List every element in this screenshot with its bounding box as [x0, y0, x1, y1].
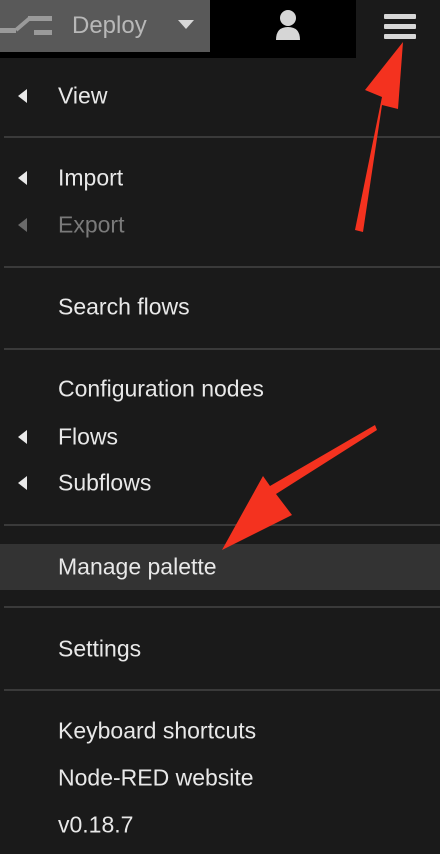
header-bar: Deploy	[0, 0, 440, 58]
menu-divider	[4, 136, 440, 138]
menu-item-import[interactable]: Import	[0, 155, 440, 201]
menu-item-label: Configuration nodes	[58, 375, 264, 402]
submenu-arrow-icon	[18, 171, 27, 185]
user-menu-button[interactable]	[248, 0, 328, 52]
chevron-down-icon[interactable]	[178, 20, 194, 29]
menu-divider	[4, 266, 440, 268]
menu-item-label: Search flows	[58, 293, 190, 320]
menu-divider	[4, 606, 440, 608]
submenu-arrow-icon	[18, 89, 27, 103]
menu-item-label: Keyboard shortcuts	[58, 717, 257, 744]
menu-item-label: Settings	[58, 635, 142, 662]
menu-item-label: View	[58, 82, 108, 109]
menu-item-flows[interactable]: Flows	[0, 414, 440, 460]
menu-divider	[4, 689, 440, 691]
menu-item-label: Manage palette	[58, 553, 217, 580]
menu-item-view[interactable]: View	[0, 73, 440, 119]
submenu-arrow-icon	[18, 476, 27, 490]
menu-item-manage-palette[interactable]: Manage palette	[0, 544, 440, 590]
version-label: v0.18.7	[58, 811, 134, 838]
menu-item-keyboard-shortcuts[interactable]: Keyboard shortcuts	[0, 708, 440, 754]
deploy-icon	[0, 16, 52, 35]
hamburger-menu-icon	[384, 14, 416, 39]
menu-item-label: Node-RED website	[58, 764, 254, 791]
menu-item-search-flows[interactable]: Search flows	[0, 284, 440, 330]
menu-item-node-red-website[interactable]: Node-RED website	[0, 755, 440, 801]
menu-divider	[4, 348, 440, 350]
menu-item-export: Export	[0, 202, 440, 248]
menu-item-configuration-nodes[interactable]: Configuration nodes	[0, 366, 440, 412]
node-red-main-menu-screen: Deploy View Import Export Search flows C…	[0, 0, 440, 854]
deploy-label: Deploy	[72, 12, 147, 39]
menu-item-settings[interactable]: Settings	[0, 626, 440, 672]
menu-item-subflows[interactable]: Subflows	[0, 460, 440, 506]
submenu-arrow-icon	[18, 430, 27, 444]
menu-item-label: Import	[58, 164, 124, 191]
main-menu-button[interactable]	[356, 0, 440, 58]
submenu-arrow-icon	[18, 218, 27, 232]
menu-divider	[4, 524, 440, 526]
user-icon	[276, 10, 300, 40]
deploy-button[interactable]: Deploy	[0, 0, 210, 52]
menu-item-label: Export	[58, 211, 125, 238]
menu-item-version: v0.18.7	[0, 802, 440, 848]
menu-item-label: Flows	[58, 423, 119, 450]
menu-item-label: Subflows	[58, 469, 152, 496]
